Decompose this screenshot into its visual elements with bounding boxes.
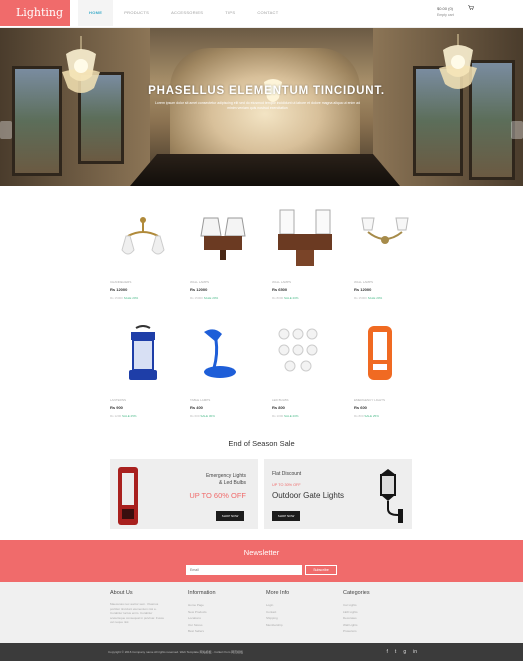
footer-more-info: More Info Login Contact Shipping Members…: [266, 590, 289, 628]
product-image-wall-lamp[interactable]: [352, 206, 422, 270]
product-image-emergency-light[interactable]: [352, 324, 422, 388]
promo-heading: Emergency Lights & Led Bulbs: [206, 473, 246, 486]
facebook-icon[interactable]: f: [387, 649, 388, 655]
newsletter-section: Newsletter: [0, 540, 523, 582]
product-image-lantern[interactable]: [108, 324, 178, 388]
bottom-bar: Copyright © 2016 Company name All rights…: [0, 643, 523, 661]
hero-banner: PHASELLUS ELEMENTUM TINCIDUNT. Lorem ips…: [0, 28, 523, 186]
linkedin-icon[interactable]: in: [413, 649, 417, 655]
product-image-table-lamp[interactable]: [188, 324, 258, 388]
footer-heading: Information: [188, 590, 216, 596]
footer-link[interactable]: Best Sellers: [188, 628, 216, 635]
product-category: LANTERNS: [110, 398, 127, 402]
site-header: Lighting Home Products Accessories Tips …: [0, 0, 523, 28]
footer-heading: About Us: [110, 590, 133, 596]
shop-now-button[interactable]: SHOP NOW: [216, 511, 244, 521]
social-links: f t g in: [387, 649, 417, 655]
product-category: EMERGENCY LIGHTS: [354, 398, 385, 402]
product-category: WALL LAMPS: [190, 280, 209, 284]
footer-about: About Us Maecenas nec auctor sem. Vivamu…: [110, 590, 166, 625]
product-discount: Rs 1200 SALE 25%: [110, 414, 137, 418]
product-price: Rs 6500: [272, 287, 288, 292]
footer-heading: Categories: [343, 590, 370, 596]
product-price: Rs 12000: [110, 287, 128, 292]
promo-heading-line: Emergency Lights: [205, 473, 246, 479]
google-plus-icon[interactable]: g: [403, 649, 406, 655]
nav-item-products[interactable]: Products: [113, 0, 160, 26]
site-footer: About Us Maecenas nec auctor sem. Vivamu…: [0, 582, 523, 643]
nav-item-tips[interactable]: Tips: [214, 0, 246, 26]
nav-item-contact[interactable]: Contact: [246, 0, 289, 26]
emergency-light-image: [118, 467, 138, 525]
product-image-led-bulbs[interactable]: [270, 324, 340, 388]
footer-link[interactable]: Membership: [266, 622, 289, 629]
subscribe-button[interactable]: Subscribe: [305, 565, 337, 575]
footer-information: Information Home Page New Products Locat…: [188, 590, 216, 635]
nav-item-accessories[interactable]: Accessories: [160, 0, 214, 26]
product-category: CHANDELIERS: [110, 280, 132, 284]
product-price: Rs 12000: [354, 287, 372, 292]
product-price: Rs 12000: [190, 287, 208, 292]
footer-about-text: Maecenas nec auctor sem. Vivamus porttit…: [110, 602, 165, 624]
promo-title: Outdoor Gate Lights: [272, 491, 345, 500]
product-discount: Rs 800 SALE 25%: [354, 414, 379, 418]
cart-widget[interactable]: $0.00 (0) Empty cart: [437, 5, 474, 17]
product-category: TABLE LAMPS: [190, 398, 211, 402]
footer-categories: Categories Car Lights LED Lights Decorat…: [343, 590, 370, 635]
product-price: Rs 600: [354, 405, 367, 410]
promo-card-emergency[interactable]: Emergency Lights & Led Bulbs UP TO 60% O…: [110, 459, 258, 529]
product-category: WALL LAMPS: [354, 280, 373, 284]
product-price: Rs 400: [190, 405, 203, 410]
promo-label: Flat Discount: [272, 471, 302, 477]
site-logo[interactable]: Lighting: [0, 0, 70, 26]
shop-now-button[interactable]: SHOP NOW: [272, 511, 300, 521]
promo-card-outdoor[interactable]: Flat Discount UP TO 30% OFF Outdoor Gate…: [264, 459, 412, 529]
cart-status[interactable]: Empty cart: [437, 13, 467, 17]
promo-offer: UP TO 30% OFF: [272, 483, 301, 487]
product-discount: Rs 15000 SALE 20%: [190, 296, 219, 300]
product-price: Rs 900: [110, 405, 123, 410]
promo-heading-line: & Led Bulbs: [219, 479, 246, 486]
product-image-chandelier[interactable]: [108, 206, 178, 270]
slider-prev-button[interactable]: [0, 121, 12, 139]
product-discount: Rs 600 SALE 30%: [190, 414, 215, 418]
cart-amount: $0.00 (0): [437, 6, 454, 11]
staircase-image: [130, 154, 400, 186]
sale-section-title: End of Season Sale: [228, 439, 295, 448]
footer-link[interactable]: Protectors: [343, 628, 370, 635]
hero-subtitle: Lorem ipsum dolor sit amet consectetur a…: [154, 101, 361, 110]
cart-icon[interactable]: [468, 5, 474, 10]
painting-frame: [12, 66, 62, 176]
product-discount: Rs 8000 SALE 20%: [272, 296, 299, 300]
newsletter-email-input[interactable]: [186, 565, 302, 575]
product-category: WALL LAMPS: [272, 280, 291, 284]
product-discount: Rs 15000 SALE 20%: [110, 296, 139, 300]
newsletter-title: Newsletter: [243, 548, 280, 557]
nav-item-home[interactable]: Home: [78, 0, 114, 26]
copyright-text: Copyright © 2016 Company name All rights…: [108, 650, 244, 654]
slider-next-button[interactable]: [511, 121, 523, 139]
promo-offer: UP TO 60% OFF: [189, 491, 246, 500]
footer-heading: More Info: [266, 590, 290, 596]
product-discount: Rs 15000 SALE 20%: [354, 296, 383, 300]
twitter-icon[interactable]: t: [395, 649, 396, 655]
gate-light-image: [380, 469, 403, 523]
hero-title: PHASELLUS ELEMENTUM TINCIDUNT.: [148, 85, 385, 97]
product-category: LED BULBS: [272, 398, 289, 402]
product-image-wall-lamp[interactable]: [188, 206, 258, 270]
product-discount: Rs 1000 SALE 20%: [272, 414, 299, 418]
main-nav: Home Products Accessories Tips Contact: [78, 0, 290, 26]
product-price: Rs 800: [272, 405, 285, 410]
product-image-wall-lamp[interactable]: [270, 206, 340, 270]
